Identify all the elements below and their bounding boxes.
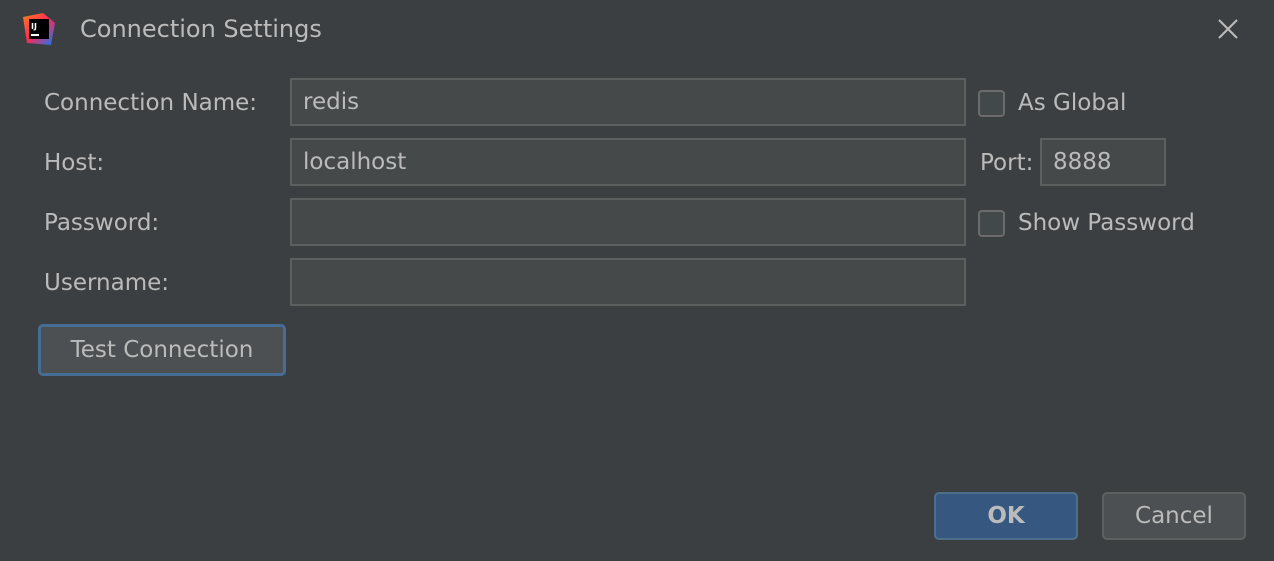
username-label: Username:: [44, 270, 169, 296]
as-global-checkbox-box[interactable]: [978, 89, 1005, 117]
as-global-label: As Global: [1018, 90, 1127, 116]
connection-settings-dialog: IJ Connection Settings Connection Name: …: [0, 0, 1274, 561]
svg-text:IJ: IJ: [31, 22, 37, 31]
title-bar: IJ Connection Settings: [0, 0, 1274, 58]
as-global-checkbox[interactable]: As Global: [978, 88, 1126, 118]
port-label: Port:: [980, 150, 1034, 176]
password-input[interactable]: [290, 198, 966, 246]
close-icon[interactable]: [1208, 10, 1248, 48]
connection-name-input[interactable]: [290, 78, 966, 126]
show-password-checkbox[interactable]: Show Password: [978, 208, 1195, 238]
host-input[interactable]: [290, 138, 966, 186]
intellij-idea-icon: IJ: [23, 13, 55, 45]
show-password-checkbox-box[interactable]: [978, 209, 1005, 237]
password-label: Password:: [44, 210, 160, 236]
port-input[interactable]: [1040, 138, 1166, 186]
cancel-button[interactable]: Cancel: [1102, 492, 1246, 540]
show-password-label: Show Password: [1018, 210, 1195, 236]
test-connection-button[interactable]: Test Connection: [38, 324, 286, 376]
username-input[interactable]: [290, 258, 966, 306]
ok-button[interactable]: OK: [934, 492, 1078, 540]
connection-name-label: Connection Name:: [44, 90, 258, 116]
host-label: Host:: [44, 150, 105, 176]
window-title: Connection Settings: [80, 15, 322, 43]
